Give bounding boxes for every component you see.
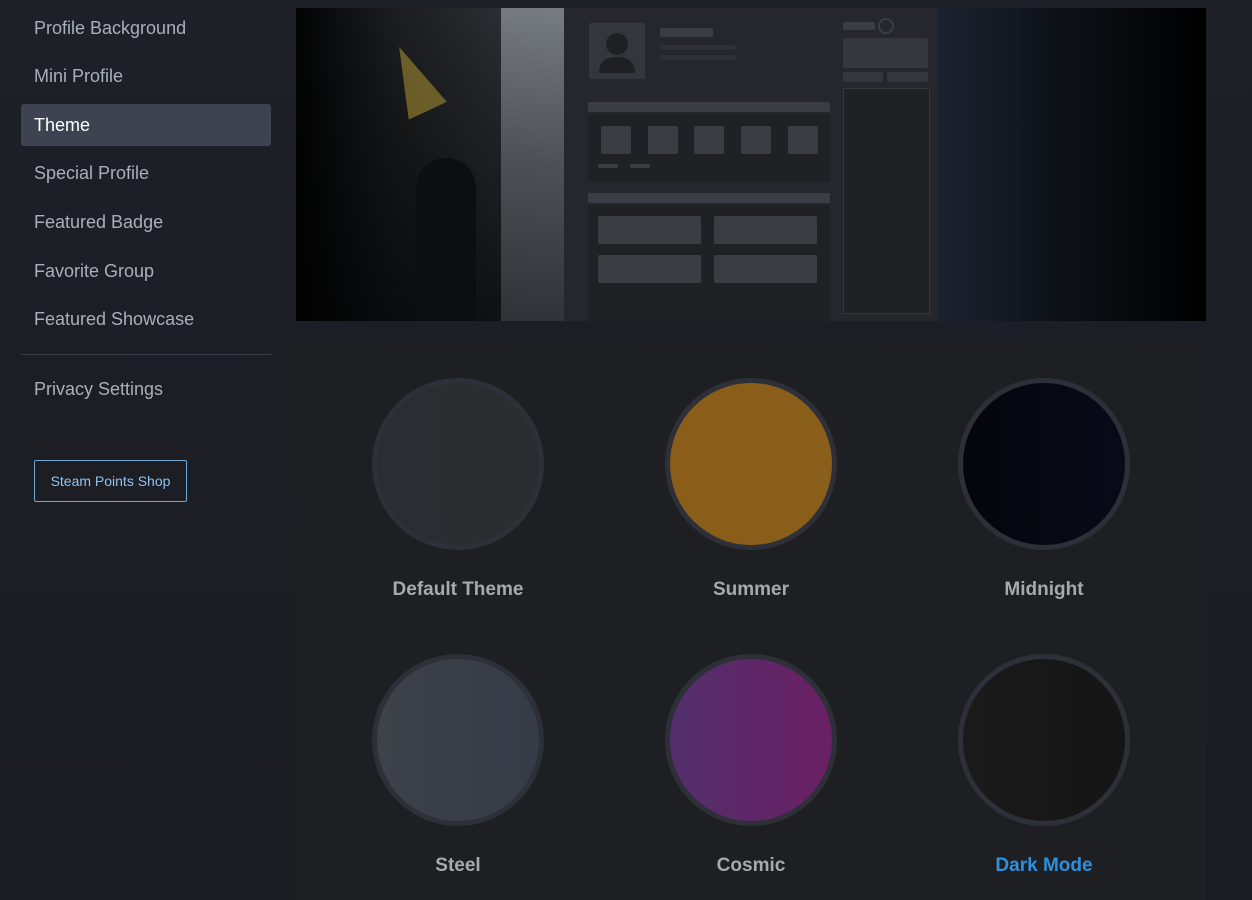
- profile-theme-page: Profile Background Mini Profile Theme Sp…: [0, 0, 1252, 900]
- theme-swatch[interactable]: [665, 654, 837, 826]
- profile-layout-mockup: [564, 8, 938, 321]
- mock-tile: [714, 255, 817, 283]
- theme-option-cosmic[interactable]: Cosmic: [631, 617, 871, 876]
- mock-level-circle: [878, 18, 894, 34]
- profile-background-image-left: [296, 8, 564, 321]
- theme-swatch[interactable]: [372, 654, 544, 826]
- theme-swatch[interactable]: [372, 378, 544, 550]
- theme-label: Dark Mode: [995, 855, 1093, 876]
- mock-tick: [630, 164, 650, 168]
- theme-option-dark-mode[interactable]: Dark Mode: [924, 617, 1164, 876]
- sidebar-item-profile-background[interactable]: Profile Background: [21, 7, 271, 49]
- mock-level-bar: [843, 22, 875, 30]
- mock-tile: [741, 126, 771, 154]
- sidebar-divider: [21, 354, 271, 355]
- mock-header: [588, 193, 830, 203]
- mock-side-panel: [843, 88, 930, 314]
- theme-option-default[interactable]: Default Theme: [338, 341, 578, 600]
- steam-points-shop-button[interactable]: Steam Points Shop: [34, 460, 187, 502]
- theme-swatch[interactable]: [665, 378, 837, 550]
- sidebar-item-privacy-settings[interactable]: Privacy Settings: [21, 368, 271, 410]
- mock-name-bar: [660, 28, 713, 37]
- background-figure-shape: [416, 158, 476, 321]
- theme-label: Cosmic: [716, 855, 786, 876]
- background-lantern-shape: [379, 38, 447, 120]
- theme-preview-banner: [296, 8, 1206, 321]
- mock-tile: [601, 126, 631, 154]
- mock-tile: [694, 126, 724, 154]
- sidebar-item-theme[interactable]: Theme: [21, 104, 271, 146]
- user-silhouette-icon: [599, 33, 635, 73]
- theme-option-steel[interactable]: Steel: [338, 617, 578, 876]
- theme-option-midnight[interactable]: Midnight: [924, 341, 1164, 600]
- theme-option-summer[interactable]: Summer: [631, 341, 871, 600]
- theme-label: Summer: [712, 579, 790, 600]
- mock-line: [660, 45, 736, 50]
- mock-avatar: [589, 23, 645, 79]
- theme-label: Default Theme: [392, 579, 524, 600]
- mock-tile: [714, 216, 817, 244]
- mock-header: [588, 102, 830, 112]
- sidebar-item-special-profile[interactable]: Special Profile: [21, 152, 271, 194]
- mock-tile: [598, 255, 701, 283]
- mock-tile: [648, 126, 678, 154]
- mock-tick: [598, 164, 618, 168]
- mock-block: [843, 72, 883, 82]
- mock-line: [660, 55, 736, 60]
- theme-swatch[interactable]: [958, 654, 1130, 826]
- theme-label: Steel: [435, 855, 481, 876]
- mock-block: [887, 72, 928, 82]
- mock-tile: [788, 126, 818, 154]
- theme-picker-grid: Default Theme Summer Midnight Steel Cosm…: [296, 341, 1206, 900]
- mock-block: [843, 38, 928, 68]
- mock-tile: [598, 216, 701, 244]
- sidebar-item-featured-badge[interactable]: Featured Badge: [21, 201, 271, 243]
- theme-label: Midnight: [1004, 579, 1084, 600]
- sidebar-item-favorite-group[interactable]: Favorite Group: [21, 250, 271, 292]
- sidebar-item-mini-profile[interactable]: Mini Profile: [21, 55, 271, 97]
- profile-background-image-right: [938, 8, 1206, 321]
- theme-swatch[interactable]: [958, 378, 1130, 550]
- sidebar-item-featured-showcase[interactable]: Featured Showcase: [21, 298, 271, 340]
- background-wall-shape: [501, 8, 564, 321]
